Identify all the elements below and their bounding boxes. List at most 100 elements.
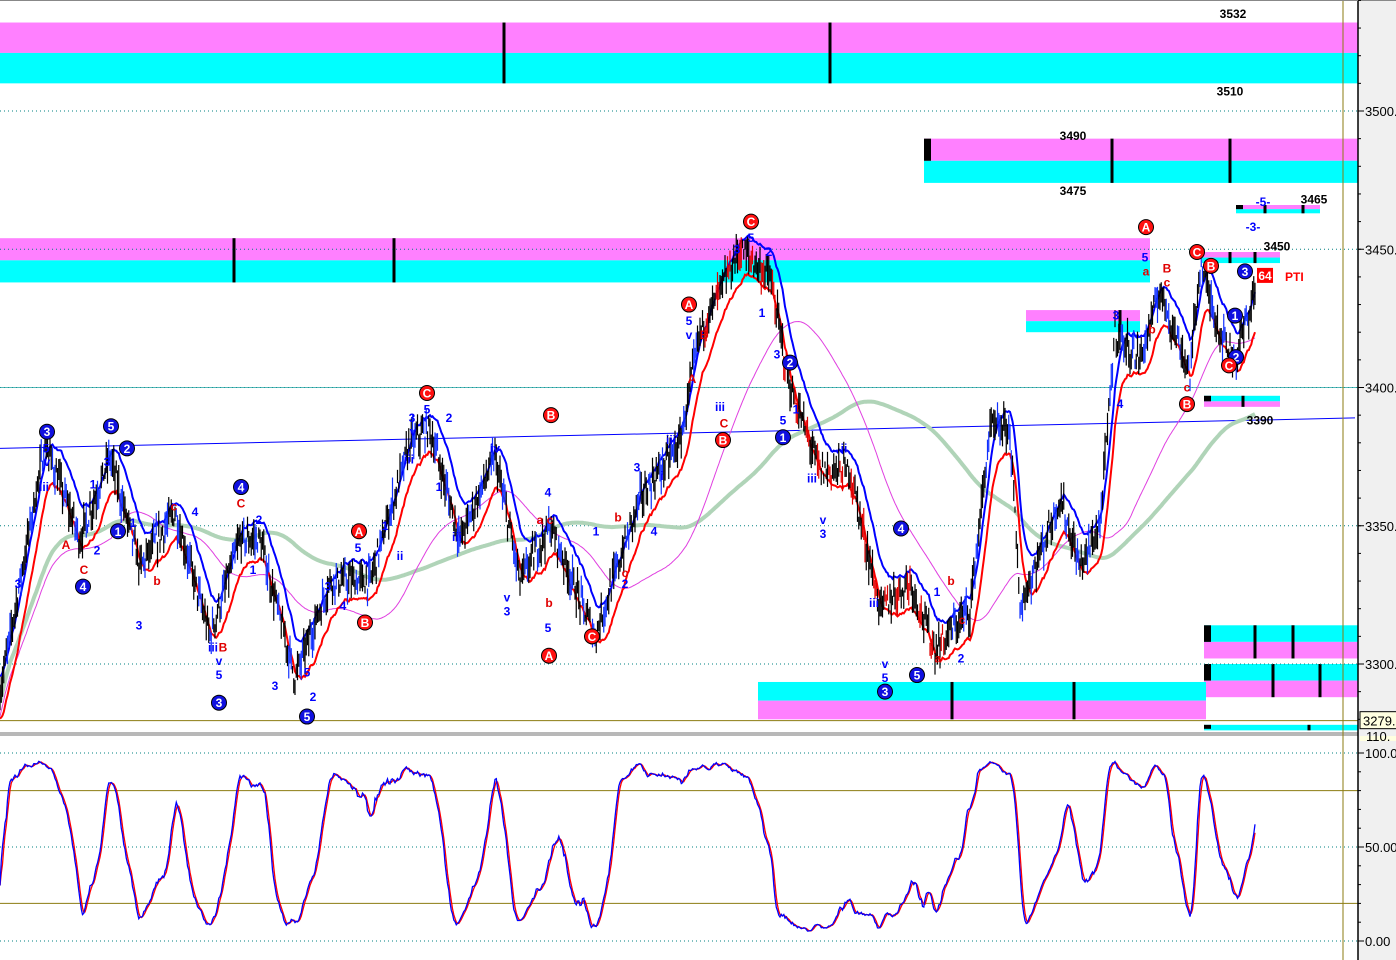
grid-layer xyxy=(0,110,1358,722)
wave-label: 2 xyxy=(622,577,629,591)
wave-label: B xyxy=(361,616,370,630)
wave-label: v xyxy=(216,654,223,668)
price-tick-label: 3350. xyxy=(1365,519,1396,534)
wave-label: 5 xyxy=(304,710,311,724)
wave-label: C xyxy=(1225,359,1234,373)
zone-band-upper xyxy=(1026,310,1140,322)
wave-label: 4 xyxy=(80,580,87,594)
wave-label: c xyxy=(547,513,554,527)
wave-label: 5 xyxy=(780,414,787,428)
zone-marker xyxy=(828,22,832,84)
wave-label: 1 xyxy=(934,585,941,599)
candles-layer xyxy=(0,233,1256,711)
wave-label: b xyxy=(947,574,954,588)
zone-band-upper xyxy=(924,138,1358,161)
pane-separator xyxy=(0,732,1396,736)
wave-label: c xyxy=(1164,275,1171,289)
wave-label: 3 xyxy=(882,685,889,699)
wave-label: 3 xyxy=(774,347,781,361)
zone-band-upper xyxy=(1204,625,1358,642)
zone-price-label: 3450 xyxy=(1264,239,1291,253)
zone-marker xyxy=(1271,664,1275,698)
wave-label: B xyxy=(700,328,709,342)
osc-top-label: 110. xyxy=(1366,729,1390,744)
zone-marker xyxy=(1072,681,1076,720)
zone-price-label: 3532 xyxy=(1220,7,1247,21)
price-chart[interactable]: 3532351034903475346534503390PTI643 521443… xyxy=(0,0,1396,960)
wave-label: A xyxy=(688,372,697,386)
zone-price-label: 3510 xyxy=(1217,85,1244,99)
price-tick-label: 3400. xyxy=(1365,381,1396,396)
wave-label: b xyxy=(545,596,552,610)
zone-marker xyxy=(1318,664,1322,698)
wave-label: v xyxy=(44,455,51,469)
zone-marker xyxy=(1110,138,1114,183)
wave-label: PTI xyxy=(1285,270,1304,284)
wave-label: iv xyxy=(490,441,500,455)
wave-label: 1 xyxy=(90,477,97,491)
wave-label: B xyxy=(547,409,556,423)
wave-label: a xyxy=(1143,264,1150,278)
wave-label: 5 xyxy=(424,403,431,417)
wave-label: 2 xyxy=(958,651,965,665)
wave-label: v xyxy=(686,328,693,342)
wave-label: v xyxy=(882,657,889,671)
zone-band-lower xyxy=(1236,209,1320,214)
osc-tick-label: 50.00 xyxy=(1365,840,1396,855)
wave-label: C xyxy=(747,215,756,229)
wave-label: 1 xyxy=(1232,309,1239,323)
wave-label: 1 xyxy=(250,563,257,577)
zone-marker xyxy=(392,238,396,283)
wave-label: 4 xyxy=(898,522,905,536)
wave-label: iii xyxy=(404,452,414,466)
zones-layer xyxy=(0,22,1358,731)
wave-label: 2 xyxy=(787,356,794,370)
zone-price-label: 3490 xyxy=(1060,129,1087,143)
wave-label: 2 xyxy=(310,690,317,704)
wave-label: v xyxy=(504,591,511,605)
osc-tick-label: 100.0 xyxy=(1365,746,1396,761)
wave-label: 3 xyxy=(136,618,143,632)
zone-price-label: 3475 xyxy=(1060,184,1087,198)
wave-label: iii xyxy=(452,530,462,544)
wave-label: 5 xyxy=(686,314,693,328)
oscillator-pane xyxy=(0,732,1396,960)
wave-label: A xyxy=(685,298,694,312)
wave-label: 3 xyxy=(325,580,332,594)
zone-band-lower xyxy=(924,160,1358,183)
wave-label: 3 xyxy=(272,679,279,693)
wave-label: A xyxy=(355,525,364,539)
moving-averages-layer xyxy=(0,233,1256,720)
wave-label: 3 xyxy=(216,696,223,710)
wave-label: 3 xyxy=(104,455,111,469)
wave-label: -5- xyxy=(1256,195,1271,209)
wave-label: 1 xyxy=(759,306,766,320)
zone-marker xyxy=(1253,625,1257,659)
last-price-label: 3279. xyxy=(1363,714,1396,729)
wave-label: B xyxy=(219,640,228,654)
wave-label: B xyxy=(1163,262,1172,276)
zone-marker xyxy=(1228,138,1232,183)
wave-label: 1 xyxy=(793,403,800,417)
wave-label: 4 xyxy=(340,599,347,613)
moving-average-magenta xyxy=(0,320,1256,717)
wave-label: 2 xyxy=(256,513,263,527)
zone-band-lower xyxy=(0,260,1150,283)
wave-label: c xyxy=(1184,381,1191,395)
zone-marker xyxy=(502,22,506,84)
zone-marker xyxy=(1241,395,1245,407)
wave-label: 2 xyxy=(766,245,773,259)
wave-label: C xyxy=(423,387,432,401)
wave-label: C xyxy=(237,497,246,511)
wave-label: 4 xyxy=(1117,397,1124,411)
zone-marker xyxy=(1291,625,1295,659)
wave-label: C xyxy=(1193,246,1202,260)
wave-label: 5 xyxy=(304,665,311,679)
zone-marker xyxy=(950,681,954,720)
wave-label: 4 xyxy=(238,481,245,495)
wave-label: b xyxy=(1148,322,1155,336)
wave-label: 5 xyxy=(545,621,552,635)
wave-label: 3 xyxy=(820,527,827,541)
tag-label: 64 xyxy=(1258,269,1272,283)
wave-label: 3 xyxy=(15,577,22,591)
